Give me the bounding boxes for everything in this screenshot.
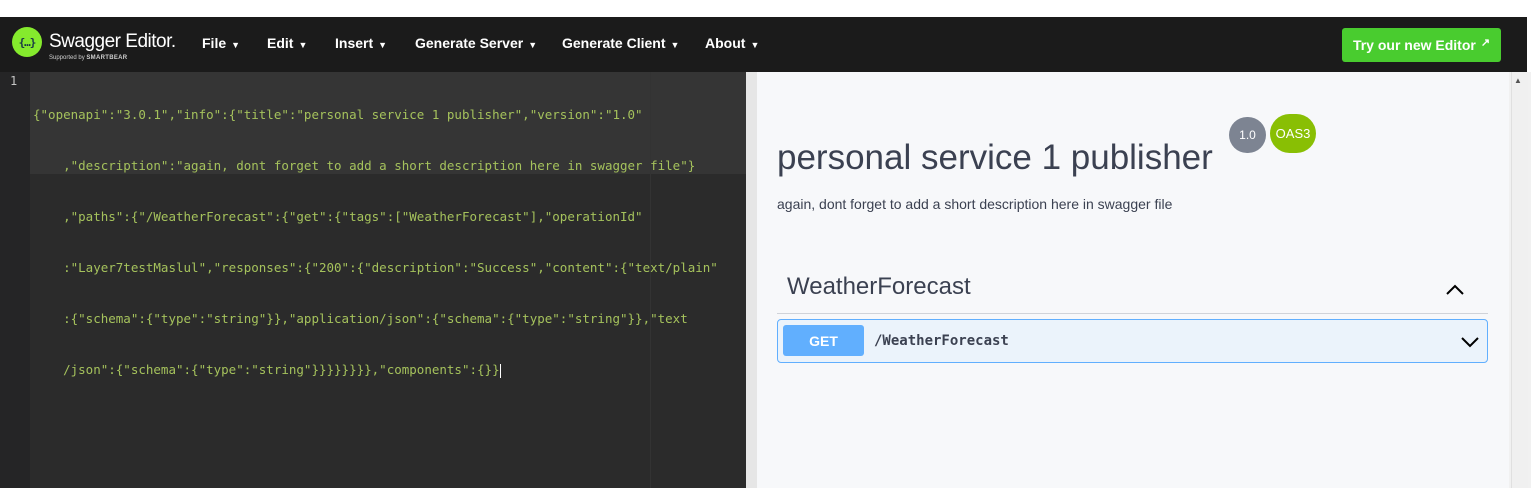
scroll-up-icon[interactable]: ▲ <box>1514 76 1522 85</box>
tag-section-weatherforecast[interactable]: WeatherForecast <box>777 268 1488 314</box>
operation-get-weatherforecast[interactable]: GET /WeatherForecast <box>777 319 1488 363</box>
tag-name[interactable]: WeatherForecast <box>787 273 971 301</box>
method-badge: GET <box>783 325 864 356</box>
top-navbar: {…} Swagger Editor. Supported by SMARTBE… <box>0 17 1527 72</box>
menu-generate-client[interactable]: Generate Client ▼ <box>562 35 679 51</box>
menu-insert[interactable]: Insert ▼ <box>335 35 387 51</box>
chevron-up-icon[interactable] <box>1444 279 1466 301</box>
line-gutter: 1 <box>0 72 30 488</box>
code-line-last: /json":{"schema":{"type":"string"}}}}}}}… <box>33 362 501 378</box>
menu-about[interactable]: About ▼ <box>705 35 759 51</box>
try-new-editor-button[interactable]: Try our new Editor ↗ <box>1342 28 1501 62</box>
code-editor[interactable]: 1 {"openapi":"3.0.1","info":{"title":"pe… <box>0 72 746 488</box>
swagger-logo-icon: {…} <box>12 27 42 57</box>
menu-edit[interactable]: Edit ▼ <box>267 35 307 51</box>
oas-badge: OAS3 <box>1270 114 1316 153</box>
window-top-strip <box>0 0 1531 17</box>
menu-file[interactable]: File ▼ <box>202 35 240 51</box>
caret-down-icon: ▼ <box>750 40 760 50</box>
code-line: {"openapi":"3.0.1","info":{"title":"pers… <box>33 107 643 122</box>
external-arrow-icon: ↗ <box>1480 36 1491 49</box>
caret-down-icon: ▼ <box>670 40 680 50</box>
caret-down-icon: ▼ <box>231 40 241 50</box>
app-title: Swagger Editor. <box>49 31 176 52</box>
line-number: 1 <box>10 74 18 88</box>
api-description: again, dont forget to add a short descri… <box>777 196 1173 212</box>
menu-generate-server[interactable]: Generate Server ▼ <box>415 35 537 51</box>
version-badge: 1.0 <box>1229 117 1266 153</box>
pane-splitter[interactable] <box>746 72 757 488</box>
operation-path: /WeatherForecast <box>874 333 1009 349</box>
code-content[interactable]: {"openapi":"3.0.1","info":{"title":"pers… <box>33 72 743 412</box>
text-cursor <box>499 363 501 378</box>
code-line: ,"paths":{"/WeatherForecast":{"get":{"ta… <box>33 209 643 224</box>
caret-down-icon: ▼ <box>378 40 388 50</box>
chevron-down-icon[interactable] <box>1459 331 1481 353</box>
code-line: ,"description":"again, dont forget to ad… <box>33 158 696 173</box>
code-line: :"Layer7testMaslul","responses":{"200":{… <box>33 260 718 275</box>
supported-by-text: Supported by SMARTBEAR <box>49 55 128 61</box>
caret-down-icon: ▼ <box>528 40 538 50</box>
caret-down-icon: ▼ <box>298 40 308 50</box>
scrollbar-track[interactable] <box>1511 72 1528 488</box>
api-title: personal service 1 publisher <box>777 138 1213 177</box>
preview-scrollbar[interactable]: ▲ <box>1509 72 1531 488</box>
code-line: :{"schema":{"type":"string"}},"applicati… <box>33 311 688 326</box>
